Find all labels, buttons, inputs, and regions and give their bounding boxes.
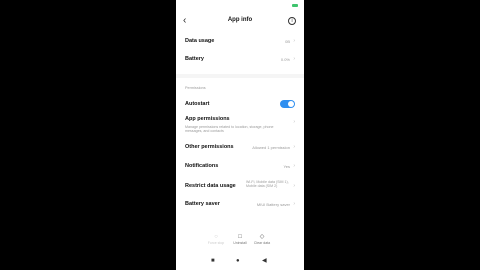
autostart-row[interactable]: Autostart bbox=[185, 100, 295, 110]
home-icon[interactable]: ● bbox=[236, 258, 240, 264]
chevron-right-icon: › bbox=[293, 38, 295, 44]
app-permissions-description: Manage permissions related to location, … bbox=[185, 125, 274, 134]
app-bar: ‹ App info i bbox=[176, 14, 304, 30]
stop-icon: ○ bbox=[214, 234, 218, 240]
chevron-right-icon: › bbox=[293, 183, 295, 189]
autostart-label: Autostart bbox=[185, 101, 210, 107]
app-permissions-label: App permissions bbox=[185, 116, 230, 122]
bottom-action-bar: ○ Force stop □ Uninstall ◇ Clear data bbox=[176, 234, 304, 250]
data-usage-row[interactable]: Data usage 0B › bbox=[185, 38, 295, 48]
app-permissions-row[interactable]: App permissions Manage permissions relat… bbox=[185, 116, 295, 136]
battery-label: Battery bbox=[185, 56, 204, 62]
battery-value: 0.0% bbox=[280, 57, 290, 62]
page-title: App info bbox=[227, 17, 253, 23]
chevron-right-icon: › bbox=[293, 163, 295, 169]
chevron-right-icon: › bbox=[293, 144, 295, 150]
chevron-right-icon: › bbox=[293, 56, 295, 62]
notifications-label: Notifications bbox=[185, 163, 219, 169]
battery-indicator bbox=[292, 4, 298, 7]
trash-icon: □ bbox=[238, 234, 242, 240]
eraser-icon: ◇ bbox=[259, 234, 265, 240]
uninstall-button[interactable]: □ Uninstall bbox=[228, 234, 252, 245]
phone-screen: ‹ App info i Data usage 0B › Battery 0.0… bbox=[176, 0, 304, 270]
chevron-right-icon: › bbox=[293, 119, 295, 125]
data-usage-label: Data usage bbox=[185, 38, 215, 44]
info-icon[interactable]: i bbox=[288, 17, 296, 25]
clear-data-button[interactable]: ◇ Clear data bbox=[250, 234, 274, 245]
notifications-row[interactable]: Notifications Yes › bbox=[185, 163, 295, 173]
system-nav-bar: ■ ● ◀ bbox=[176, 256, 304, 266]
battery-saver-label: Battery saver bbox=[185, 201, 220, 207]
restrict-data-usage-label: Restrict data usage bbox=[185, 183, 236, 189]
back-icon[interactable]: ◀ bbox=[262, 258, 267, 264]
battery-saver-row[interactable]: Battery saver MIUI Battery saver › bbox=[185, 201, 295, 211]
other-permissions-label: Other permissions bbox=[185, 144, 234, 150]
section-label: Permissions bbox=[185, 86, 206, 90]
other-permissions-row[interactable]: Other permissions Allowed 1 permission › bbox=[185, 144, 295, 154]
restrict-data-usage-value: Wi-Fi, Mobile data (SIM 1), Mobile data … bbox=[246, 180, 289, 189]
autostart-toggle[interactable] bbox=[280, 100, 295, 108]
notifications-value: Yes bbox=[283, 164, 290, 169]
section-divider bbox=[176, 74, 304, 78]
other-permissions-value: Allowed 1 permission bbox=[252, 145, 290, 150]
recents-icon[interactable]: ■ bbox=[211, 258, 215, 264]
chevron-right-icon: › bbox=[293, 201, 295, 207]
battery-saver-value: MIUI Battery saver bbox=[256, 202, 290, 207]
restrict-data-usage-row[interactable]: Restrict data usage Wi-Fi, Mobile data (… bbox=[185, 180, 295, 194]
force-stop-button[interactable]: ○ Force stop bbox=[204, 234, 228, 245]
battery-row[interactable]: Battery 0.0% › bbox=[185, 56, 295, 66]
data-usage-value: 0B bbox=[285, 39, 290, 44]
